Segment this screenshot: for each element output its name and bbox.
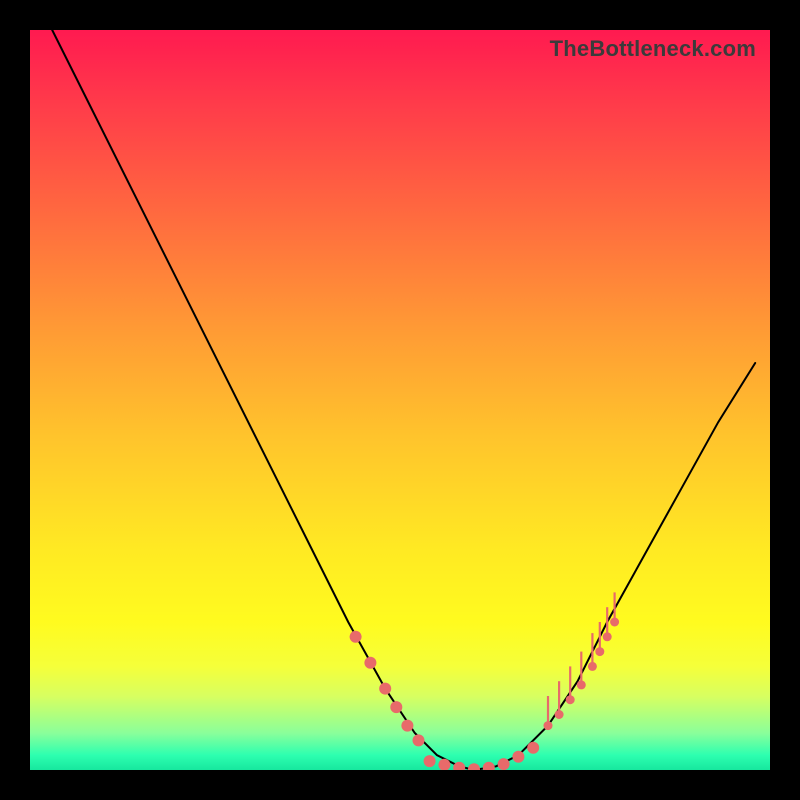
data-point [424,755,436,767]
bottleneck-curve [52,30,755,770]
chart-frame: TheBottleneck.com [30,30,770,770]
chart-plot [30,30,770,770]
data-point [610,618,619,627]
data-point [498,758,510,770]
data-point [364,657,376,669]
data-point [566,695,575,704]
data-point [413,734,425,746]
data-point [379,683,391,695]
attribution-watermark: TheBottleneck.com [550,36,756,62]
data-point [401,720,413,732]
data-point [555,710,564,719]
data-point [544,721,553,730]
data-point [468,763,480,770]
data-point [483,762,495,770]
data-point [390,701,402,713]
data-point [595,647,604,656]
data-point [588,662,597,671]
data-point [527,742,539,754]
data-point [603,632,612,641]
data-point [350,631,362,643]
data-point [512,751,524,763]
data-point [577,680,586,689]
data-point [453,762,465,770]
